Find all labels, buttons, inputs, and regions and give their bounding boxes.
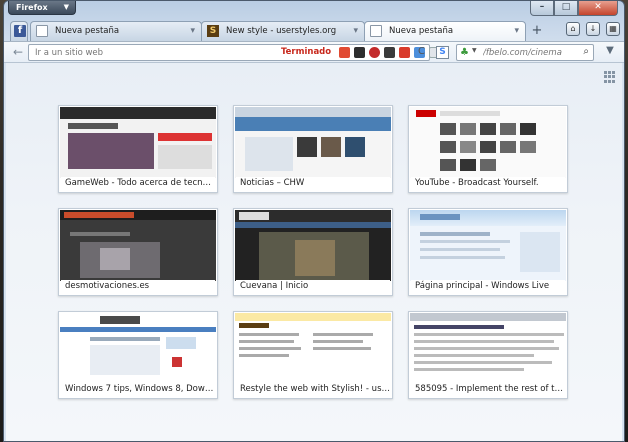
new-tab-page: GameWeb - Todo acerca de tecnología ... … [6, 63, 622, 441]
thumbnail-title: Restyle the web with Stylish! - userstyl… [236, 383, 390, 396]
page-preview [60, 107, 216, 178]
addon-icon-1[interactable] [339, 47, 350, 58]
tab-userstyles[interactable]: S New style - userstyles.org ▾ [201, 21, 365, 41]
thumbnail-tile[interactable]: Restyle the web with Stylish! - userstyl… [233, 311, 393, 399]
thumbnail-title: GameWeb - Todo acerca de tecnología ... [61, 177, 215, 190]
thumbnail-title: 585095 - Implement the rest of the windo… [411, 383, 565, 396]
thumbnail-tile[interactable]: GameWeb - Todo acerca de tecnología ... [58, 105, 218, 193]
thumbnail-tile[interactable]: 585095 - Implement the rest of the windo… [408, 311, 568, 399]
page-preview [235, 107, 391, 178]
firefox-menu-label: Firefox [16, 3, 48, 12]
url-input[interactable] [29, 45, 269, 60]
thumbnail-title: desmotivaciones.es [61, 280, 215, 293]
tab-label: Nueva pestaña [389, 26, 454, 36]
addon-icon-4[interactable] [384, 47, 395, 58]
tab-bar: f Nueva pestaña ▾ S New style - userstyl… [10, 19, 622, 41]
blank-page-icon [370, 25, 382, 37]
search-icon[interactable]: ⌕ [583, 46, 589, 57]
thumbnail-grid: GameWeb - Todo acerca de tecnología ... … [6, 63, 622, 441]
page-preview [410, 210, 566, 281]
thumbnail-title: Página principal - Windows Live [411, 280, 565, 293]
thumbnail-tile[interactable]: Cuevana | Inicio [233, 208, 393, 296]
search-input[interactable] [483, 46, 573, 59]
tab-toolbar-icons: ⌂ ↓ ▦ [566, 22, 620, 36]
tab-nueva-pestana-active[interactable]: Nueva pestaña ▾ [364, 21, 526, 41]
extension-icon[interactable]: S [436, 46, 449, 59]
tab-label: New style - userstyles.org [226, 26, 337, 36]
download-icon[interactable]: ↓ [586, 22, 600, 36]
minimize-button[interactable]: – [530, 1, 554, 16]
blank-page-icon [36, 25, 48, 37]
addon-icon-2[interactable] [354, 47, 365, 58]
tab-nueva-pestana-1[interactable]: Nueva pestaña ▾ [30, 21, 202, 41]
back-button[interactable]: ← [10, 45, 26, 61]
thumbnail-title: Windows 7 tips, Windows 8, Downloads, ..… [61, 383, 215, 396]
tab-close-icon[interactable]: ▾ [514, 22, 519, 40]
maximize-button[interactable]: □ [554, 1, 578, 16]
title-bar: Firefox ▼ – □ ✕ [4, 1, 624, 21]
addon-icon-3[interactable] [369, 47, 380, 58]
thumbnail-tile[interactable]: desmotivaciones.es [58, 208, 218, 296]
userstyles-icon: S [207, 25, 219, 37]
thumbnail-tile[interactable]: YouTube - Broadcast Yourself. [408, 105, 568, 193]
addon-icon-5[interactable] [399, 47, 410, 58]
tab-label: Nueva pestaña [55, 26, 120, 36]
tab-pinned-facebook[interactable]: f [10, 21, 28, 41]
window-controls: – □ ✕ [530, 1, 618, 16]
firefox-menu-button[interactable]: Firefox ▼ [8, 1, 76, 15]
navigation-toolbar: ← Terminado C S ♣ ▼ ⌕ ▼ [4, 41, 624, 63]
page-preview [235, 313, 391, 384]
bookmarks-menu-button[interactable]: ▼ [602, 45, 618, 60]
page-preview [60, 210, 216, 281]
thumbnail-title: YouTube - Broadcast Yourself. [411, 177, 565, 190]
close-window-button[interactable]: ✕ [578, 1, 618, 16]
tab-close-icon[interactable]: ▾ [353, 22, 358, 40]
thumbnail-tile[interactable]: Windows 7 tips, Windows 8, Downloads, ..… [58, 311, 218, 399]
tab-groups-icon[interactable]: ▦ [606, 22, 620, 36]
new-tab-button[interactable]: + [528, 23, 546, 41]
page-preview [410, 313, 566, 384]
url-status-text: Terminado [281, 47, 332, 57]
thumbnail-tile[interactable]: Noticias – CHW [233, 105, 393, 193]
thumbnail-title: Noticias – CHW [236, 177, 390, 190]
browser-window: Firefox ▼ – □ ✕ f Nueva pestaña ▾ S New … [3, 0, 625, 442]
facebook-icon: f [14, 25, 26, 37]
reload-icon[interactable]: C [418, 46, 425, 57]
chevron-down-icon: ▼ [63, 3, 69, 11]
page-preview [60, 313, 216, 384]
thumbnail-tile[interactable]: Página principal - Windows Live [408, 208, 568, 296]
chevron-down-icon[interactable]: ▼ [472, 47, 477, 54]
tab-close-icon[interactable]: ▾ [190, 22, 195, 40]
page-preview [235, 210, 391, 281]
url-bar[interactable]: Terminado C [28, 44, 440, 61]
search-bar[interactable]: ♣ ▼ ⌕ [456, 44, 594, 61]
thumbnail-title: Cuevana | Inicio [236, 280, 390, 293]
page-preview [410, 107, 566, 178]
search-engine-icon[interactable]: ♣ [460, 47, 472, 58]
synced-tabs-icon[interactable]: ⌂ [566, 22, 580, 36]
